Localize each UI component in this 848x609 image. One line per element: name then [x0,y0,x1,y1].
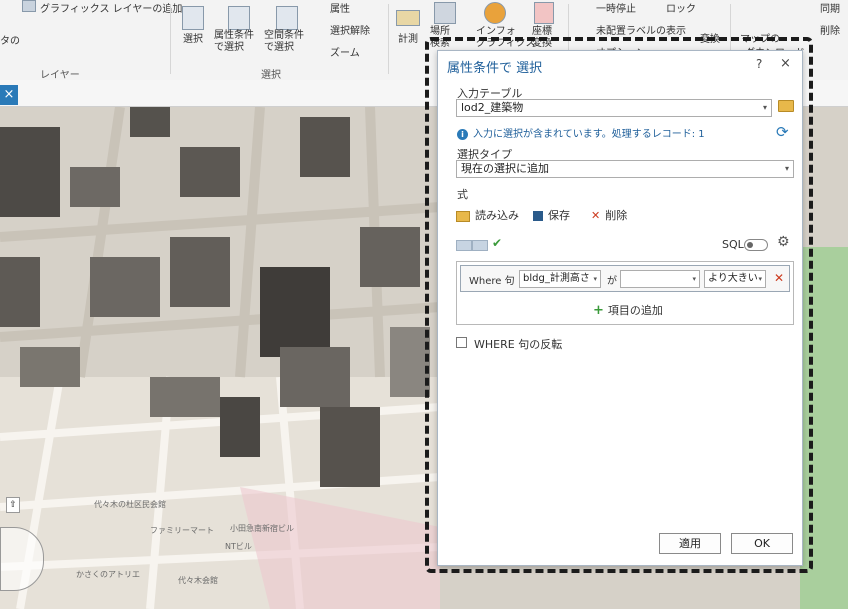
add-clause-label: 項目の追加 [607,304,663,317]
selection-type-select[interactable]: 現在の選択に追加 ▾ [456,160,794,178]
help-icon[interactable]: ? [756,57,762,71]
verify-check-icon[interactable]: ✔ [492,236,502,250]
expression-builder: Where 句 bldg_計測高さ ▾ が ▾ より大きい ▾ ✕ + 項目の追加 [456,261,794,325]
remove-button[interactable]: 削除 [820,22,840,37]
clear-selection-button[interactable]: 選択解除 [330,22,370,37]
ga-label: が [607,276,617,287]
value-select[interactable]: ▾ [620,270,700,288]
sql-label: SQL [722,238,744,251]
remove-clause-icon[interactable]: ✕ [774,271,784,285]
invert-where-checkbox[interactable] [456,337,467,348]
load-button[interactable]: 読み込み [456,207,519,223]
locate-button[interactable]: 場所 検索 [430,26,450,50]
save-icon [533,211,543,221]
map-label: NTビル [225,542,252,551]
chevron-down-icon: ▾ [593,275,597,283]
sync-button[interactable]: 同期 [820,0,840,15]
info-icon: i [457,128,468,140]
chevron-down-icon: ▾ [784,164,789,173]
layer-group-label: レイヤー [40,70,80,81]
gear-icon[interactable]: ⚙ [777,234,790,250]
chevron-down-icon: ▾ [762,103,767,112]
select-by-attribute-icon [228,6,250,30]
chevron-down-icon: ▾ [758,275,762,283]
data-label[interactable]: タの [0,32,20,47]
ribbon-separator [170,4,171,74]
operator-select[interactable]: より大きい ▾ [704,270,766,288]
select-by-location-button[interactable]: 空間条件 で選択 [264,30,304,54]
save-label: 保存 [548,209,570,222]
convert-button[interactable]: 変換 [700,30,720,45]
expression-mode-icon[interactable] [472,240,488,251]
close-icon[interactable]: × [780,56,791,71]
map-label: 小田急南新宿ビル [230,524,294,533]
selection-type-value: 現在の選択に追加 [461,162,549,175]
select-by-location-icon [276,6,298,30]
folder-icon[interactable] [778,100,794,112]
pedestrian-icon[interactable]: ⇧ [6,497,20,513]
delete-icon: ✕ [591,209,601,222]
zoom-button[interactable]: ズーム [330,44,360,59]
load-label: 読み込み [475,209,519,222]
chevron-down-icon: ▾ [692,275,696,283]
graphics-layer-icon [22,0,36,12]
select-icon [182,6,204,30]
expression-mode-icon[interactable] [456,240,472,251]
info-text: 入力に選択が含まれています。処理するレコード: 1 [473,129,705,140]
input-table-value: lod2_建築物 [461,101,524,114]
invert-where-label: WHERE 句の反転 [474,338,563,351]
coordinates-icon [534,2,554,24]
ribbon-separator [388,4,389,74]
field-value: bldg_計測高さ [523,273,590,284]
operator-value: より大きい [708,273,758,284]
refresh-icon[interactable]: ⟳ [776,123,789,141]
select-by-attribute-button[interactable]: 属性条件 で選択 [214,30,254,54]
map-label: 代々木の杜区民会館 [94,500,166,509]
plus-icon: + [593,303,604,318]
delete-label: 削除 [605,209,628,222]
locate-icon [434,2,456,24]
pause-button[interactable]: 一時停止 [596,0,636,15]
ok-button[interactable]: OK [731,533,793,554]
measure-icon [396,10,420,26]
selection-group-label: 選択 [261,70,281,81]
dialog-title: 属性条件で 選択 [447,61,543,76]
apply-button[interactable]: 適用 [659,533,721,554]
input-table-select[interactable]: lod2_建築物 ▾ [456,99,772,117]
map-label: かさくのアトリエ [76,570,140,579]
where-clause: Where 句 bldg_計測高さ ▾ が ▾ より大きい ▾ ✕ [460,265,790,292]
sql-toggle[interactable] [744,239,768,251]
map-label: ファミリーマート [150,526,214,535]
infographics-icon [484,2,506,24]
select-button[interactable]: 選択 [183,30,203,45]
measure-button[interactable]: 計測 [398,30,418,45]
field-select[interactable]: bldg_計測高さ ▾ [519,270,601,288]
add-clause-button[interactable]: + 項目の追加 [593,302,663,318]
delete-button[interactable]: ✕ 削除 [591,207,627,223]
close-icon[interactable]: × [0,85,18,105]
unplaced-labels-button[interactable]: 未配置ラベルの表示 [596,22,686,37]
lock-button[interactable]: ロック [666,0,696,15]
info-message: i 入力に選択が含まれています。処理するレコード: 1 [457,125,705,140]
select-by-attribute-dialog: 属性条件で 選択 ? × 入力テーブル lod2_建築物 ▾ i 入力に選択が含ま… [437,50,803,566]
map-label: 代々木会館 [178,576,218,585]
infographics-button[interactable]: インフォ グラフィクス [476,26,536,50]
folder-open-icon [456,210,470,222]
add-graphics-layer-button[interactable]: グラフィックス レイヤーの追加 [40,0,182,15]
map-button[interactable]: マップの [740,30,780,45]
coordinates-button[interactable]: 座標 変換 [532,26,552,50]
save-button[interactable]: 保存 [533,207,570,223]
where-label: Where 句 [469,276,515,287]
expression-label: 式 [457,188,468,201]
attributes-button[interactable]: 属性 [330,0,350,15]
